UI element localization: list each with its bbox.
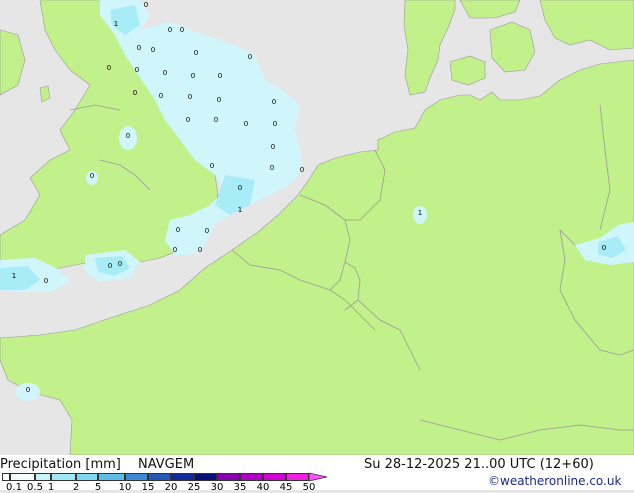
map-value-label: 0 [273, 120, 277, 128]
map-value-label: 0 [159, 92, 163, 100]
legend-tick-label: 40 [256, 482, 270, 493]
legend-tick-label: 0.1 [6, 482, 22, 493]
legend-swatch [217, 473, 240, 481]
legend-swatch [263, 473, 286, 481]
precipitation-map: 010 00 0 00 0 0 0 000 0 0 0 00 0 0 00000 00010 000101000… [0, 0, 634, 455]
valid-time-label: Su 28-12-2025 21..00 UTC (12+60) [364, 457, 594, 472]
map-value-label: 0 [238, 184, 242, 192]
legend-tick-label: 50 [302, 482, 316, 493]
map-value-label: 0 [271, 143, 275, 151]
map-value-label: 0 [244, 120, 248, 128]
map-value-label: 0 [270, 164, 274, 172]
legend-swatch [2, 473, 10, 481]
legend-tick-label: 25 [187, 482, 201, 493]
map-value-label: 0 [205, 227, 209, 235]
legend-swatch [171, 473, 194, 481]
map-value-label: 0 [173, 246, 177, 254]
map-value-label: 0 [248, 53, 252, 61]
map-value-label: 0 [126, 132, 130, 140]
map-value-label: 0 [133, 89, 137, 97]
legend-tick-label: 45 [279, 482, 293, 493]
map-value-label: 0 [214, 116, 218, 124]
legend-tick-label: 2 [72, 482, 80, 493]
map-value-label: 0 [180, 26, 184, 34]
map-value-label: 0 [218, 72, 222, 80]
legend-tick-label: 30 [210, 482, 224, 493]
legend-arrow [309, 472, 328, 482]
map-value-label: 1 [114, 20, 118, 28]
legend-swatch [51, 473, 76, 481]
title-label: Precipitation [mm] [0, 457, 121, 472]
map-value-label: 0 [163, 69, 167, 77]
map-value-label: 0 [168, 26, 172, 34]
map-value-label: 0 [107, 64, 111, 72]
map-value-label: 0 [300, 166, 304, 174]
map-value-label: 0 [26, 386, 30, 394]
legend-tick-label: 15 [141, 482, 155, 493]
map-value-label: 0 [108, 262, 112, 270]
map-value-label: 0 [90, 172, 94, 180]
map-value-label: 0 [176, 226, 180, 234]
map-value-label: 0 [272, 98, 276, 106]
model-label: NAVGEM [138, 457, 195, 472]
map-value-label: 0 [217, 96, 221, 104]
map-value-label: 0 [137, 44, 141, 52]
map-value-label: 0 [135, 66, 139, 74]
map-value-label: 1 [12, 272, 16, 280]
map-value-label: 1 [418, 209, 422, 217]
legend-tick-label: 1 [47, 482, 55, 493]
credit-label: ©weatheronline.co.uk [488, 474, 622, 488]
map-value-label: 0 [194, 49, 198, 57]
legend-swatch [286, 473, 309, 481]
map-value-label: 0 [210, 162, 214, 170]
legend-swatch [10, 473, 35, 481]
map-value-label: 0 [198, 246, 202, 254]
legend-swatch [125, 473, 148, 481]
map-value-label: 0 [44, 277, 48, 285]
map-value-label: 0 [188, 93, 192, 101]
legend-swatch [76, 473, 98, 481]
map-value-label: 0 [118, 260, 122, 268]
legend-tick-label: 20 [164, 482, 178, 493]
legend-swatch [35, 473, 51, 481]
legend-tick-label: 5 [94, 482, 102, 493]
legend-swatch [194, 473, 217, 481]
legend-tick-label: 35 [233, 482, 247, 493]
map-value-label: 0 [602, 244, 606, 252]
legend-swatch [240, 473, 263, 481]
map-value-label: 0 [144, 1, 148, 9]
legend-tick-label: 10 [118, 482, 132, 493]
map-value-label: 0 [191, 72, 195, 80]
legend-swatch [148, 473, 171, 481]
map-value-label: 0 [151, 46, 155, 54]
map-value-label: 1 [238, 206, 242, 214]
legend-swatch [98, 473, 125, 481]
legend-tick-label: 0.5 [27, 482, 43, 493]
map-value-label: 0 [186, 116, 190, 124]
